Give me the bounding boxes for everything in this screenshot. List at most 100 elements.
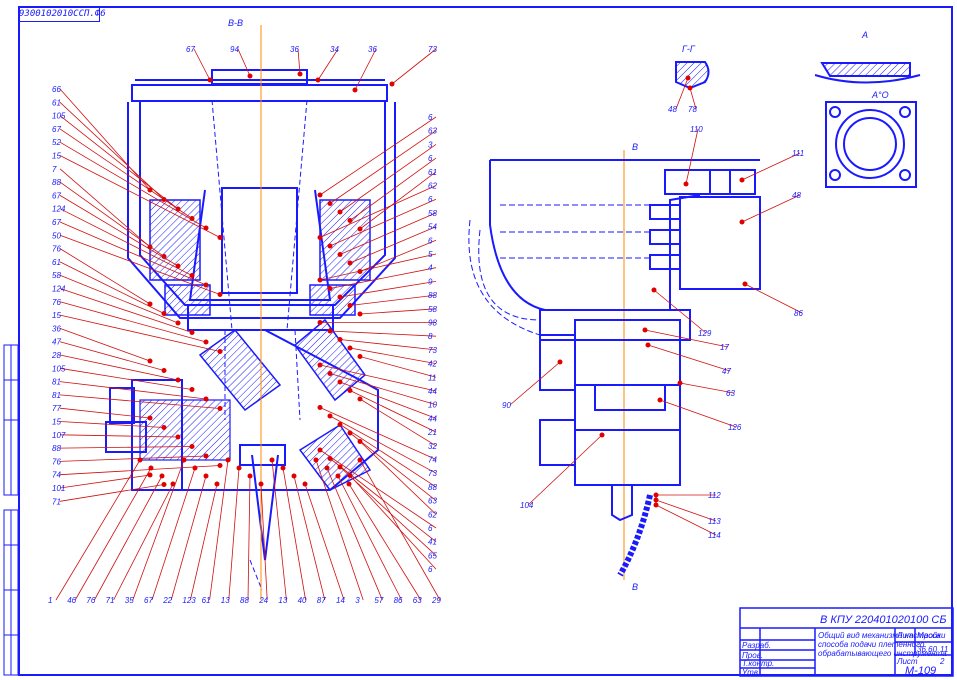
leader-l14 [59,274,179,324]
part-label-r14: 58 [428,305,437,314]
leader-l20 [59,354,179,381]
part-label-b4: 35 [125,596,134,605]
part-label-l24: 77 [52,404,61,413]
part-label-b17: 57 [374,596,383,605]
leader-dot-r28 [347,430,353,436]
part-label-b7: 123 [182,596,196,605]
leader-l7 [59,181,165,257]
part-label-l10: 67 [52,218,61,227]
part-label-l23: 81 [52,391,61,400]
leader-dot-r17 [337,337,343,342]
leader-dot-s5 [642,327,648,333]
leader-dot-l29 [217,463,223,468]
leader-dot-b4 [181,457,187,463]
part-label-s5: 17 [720,343,729,352]
leader-dot-s12 [653,497,659,503]
leader-dot-l9 [189,273,195,278]
part-label-r32: 65 [428,551,437,560]
leader-dot-r31 [327,456,333,461]
part-label-l12: 76 [52,245,61,254]
leader-b7 [190,483,218,601]
leader-dot-l5 [217,235,223,240]
leader-dot-t1 [247,73,253,79]
leader-dot-r26 [327,413,333,419]
part-label-b14: 87 [317,596,326,605]
leader-dot-r22 [337,379,343,385]
leader-dot-l14 [175,320,181,326]
leader-dot-s3 [742,281,748,287]
leader-dot-r15 [317,320,323,325]
leader-dot-r29 [357,439,363,444]
leader-dot-l10 [203,282,209,288]
leader-b13 [282,467,306,601]
leader-r9 [359,239,437,272]
part-label-r18: 42 [428,360,437,369]
left-margin-stamps [3,344,19,676]
part-label-r24: 32 [428,442,437,451]
leader-b10 [247,475,251,601]
part-label-r0: 6 [428,113,433,122]
leader-s5 [644,329,729,348]
part-label-r6: 6 [428,195,433,204]
leader-dot-r21 [327,371,333,376]
part-label-l28: 76 [52,457,61,466]
part-label-l20: 28 [51,351,61,360]
part-label-r10: 5 [428,250,433,259]
part-label-r7: 58 [428,209,437,218]
part-label-t5: 73 [428,45,437,54]
leader-dot-r20 [317,362,323,368]
leader-dot-r7 [337,252,343,257]
part-label-s9: 90 [502,401,511,410]
leader-dot-t4 [352,87,358,93]
leader-l31 [59,484,165,502]
part-label-l29: 74 [52,471,61,480]
part-label-s14: 48 [668,105,677,114]
leader-b15 [304,483,345,601]
leader-dot-r24 [357,396,363,402]
part-label-b11: 24 [258,596,268,605]
part-label-s11: 112 [708,491,721,500]
leader-dot-r18 [347,345,353,351]
part-label-s6: 47 [722,367,731,376]
leader-dot-b10 [247,473,253,479]
leader-dot-b20 [357,457,363,463]
col-lit: Лит. [896,631,916,640]
scale-value: 11 [940,645,948,654]
part-label-l9: 124 [52,205,66,214]
col-mass: Масса [917,631,941,640]
leader-dot-l11 [217,292,223,297]
leader-dot-t2 [297,71,303,77]
leader-s12 [655,499,717,522]
leader-b4 [132,459,185,601]
leader-r30 [319,449,437,529]
view-right-hidden [468,204,650,336]
leader-dot-r5 [317,235,323,240]
view-label-a: А [861,30,868,40]
leader-dot-l13 [161,311,167,316]
leader-dot-l19 [161,368,167,373]
leader-l24 [59,407,151,419]
part-label-l30: 101 [52,484,65,493]
part-label-l7: 88 [52,178,61,187]
part-label-t1: 94 [230,45,239,54]
leader-t4 [354,48,377,91]
leader-s6 [647,344,731,372]
part-label-r12: 9 [428,277,433,286]
leader-dot-s7 [677,380,683,386]
leader-r23 [349,390,437,433]
part-label-r20: 44 [428,387,437,396]
doc-name-2: способа подачи плетенного [818,640,925,649]
part-label-b10: 88 [240,596,249,605]
leader-r4 [359,171,437,230]
part-label-l1: 61 [52,98,61,107]
leader-dot-s10 [599,432,605,438]
view-label-gg: Г-Г [682,44,696,54]
leader-dot-s13 [653,502,659,508]
part-label-b16: 3 [355,596,360,605]
leader-dot-l20 [175,377,181,383]
part-label-b13: 40 [298,596,307,605]
leader-dot-r12 [337,294,343,300]
part-label-b1: 46 [67,596,76,605]
leader-r2 [339,144,437,213]
sheets-value: 2 [939,657,945,666]
